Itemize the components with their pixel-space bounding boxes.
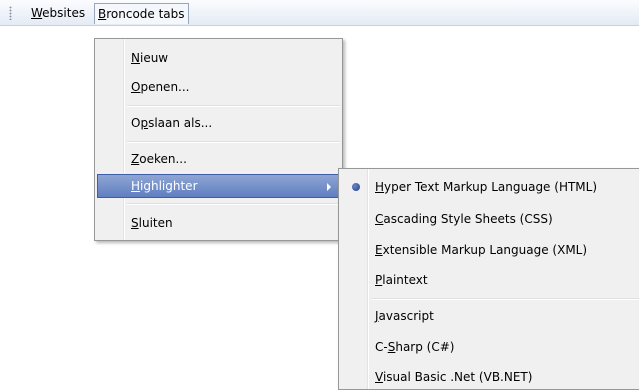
- label-post: avascript: [378, 309, 434, 323]
- mnemonic: H: [375, 180, 385, 194]
- mnemonic: N: [131, 51, 140, 65]
- menu-broncode-tabs[interactable]: Broncode tabs: [94, 3, 189, 24]
- menu-separator: [127, 141, 340, 143]
- menu-item-html[interactable]: Hyper Text Markup Language (HTML): [341, 175, 639, 199]
- menubar: Websites Broncode tabs: [0, 0, 639, 26]
- label-post: laintext: [382, 273, 428, 287]
- menu-item-nieuw[interactable]: Nieuw: [97, 46, 340, 70]
- menu-item-highlighter[interactable]: Highlighter: [97, 174, 340, 198]
- label-post: penen...: [140, 80, 190, 94]
- mnemonic: Z: [131, 152, 140, 166]
- menu-separator: [127, 105, 340, 107]
- submenu-arrow-icon: [327, 183, 331, 191]
- label-post: slaan als...: [148, 116, 213, 130]
- menu-separator: [371, 298, 639, 300]
- menu-item-openen[interactable]: Openen...: [97, 75, 340, 99]
- label-post: xtensible Markup Language (XML): [382, 243, 588, 257]
- label-pre: C-: [375, 340, 388, 354]
- broncode-tabs-dropdown: Nieuw Openen... Opslaan als... Zoeken...…: [94, 38, 343, 241]
- radio-selected-icon: [352, 183, 360, 191]
- menubar-grip[interactable]: [9, 6, 12, 20]
- mnemonic: V: [375, 370, 383, 384]
- mnemonic: S: [131, 216, 139, 230]
- label-post: harp (C#): [395, 340, 455, 354]
- menu-separator: [127, 203, 340, 205]
- mnemonic: H: [131, 179, 141, 193]
- mnemonic: B: [98, 7, 107, 21]
- menu-item-zoeken[interactable]: Zoeken...: [97, 147, 340, 171]
- label-post: isual Basic .Net (VB.NET): [382, 370, 533, 384]
- menu-item-csharp[interactable]: C-Sharp (C#): [341, 335, 639, 359]
- label-post: ighlighter: [140, 179, 198, 193]
- label-post: ieuw: [139, 51, 169, 65]
- mnemonic: p: [140, 116, 149, 130]
- menu-label: ebsites: [42, 6, 86, 20]
- menu-item-vbnet[interactable]: Visual Basic .Net (VB.NET): [341, 365, 639, 389]
- highlighter-submenu: Hyper Text Markup Language (HTML) Cascad…: [338, 168, 639, 390]
- menu-item-javascript[interactable]: Javascript: [341, 304, 639, 328]
- menu-label: roncode tabs: [106, 7, 185, 21]
- mnemonic: W: [31, 6, 43, 20]
- label-post: oeken...: [139, 152, 187, 166]
- menu-item-opslaan-als[interactable]: Opslaan als...: [97, 111, 340, 135]
- menu-websites[interactable]: Websites: [29, 4, 87, 22]
- menu-item-sluiten[interactable]: Sluiten: [97, 211, 340, 235]
- menu-item-css[interactable]: Cascading Style Sheets (CSS): [341, 207, 639, 231]
- mnemonic: E: [375, 243, 383, 257]
- menu-item-xml[interactable]: Extensible Markup Language (XML): [341, 238, 639, 262]
- label-post: ascading Style Sheets (CSS): [383, 212, 553, 226]
- label-post: luiten: [138, 216, 173, 230]
- menu-item-plaintext[interactable]: Plaintext: [341, 268, 639, 292]
- label-post: yper Text Markup Language (HTML): [384, 180, 598, 194]
